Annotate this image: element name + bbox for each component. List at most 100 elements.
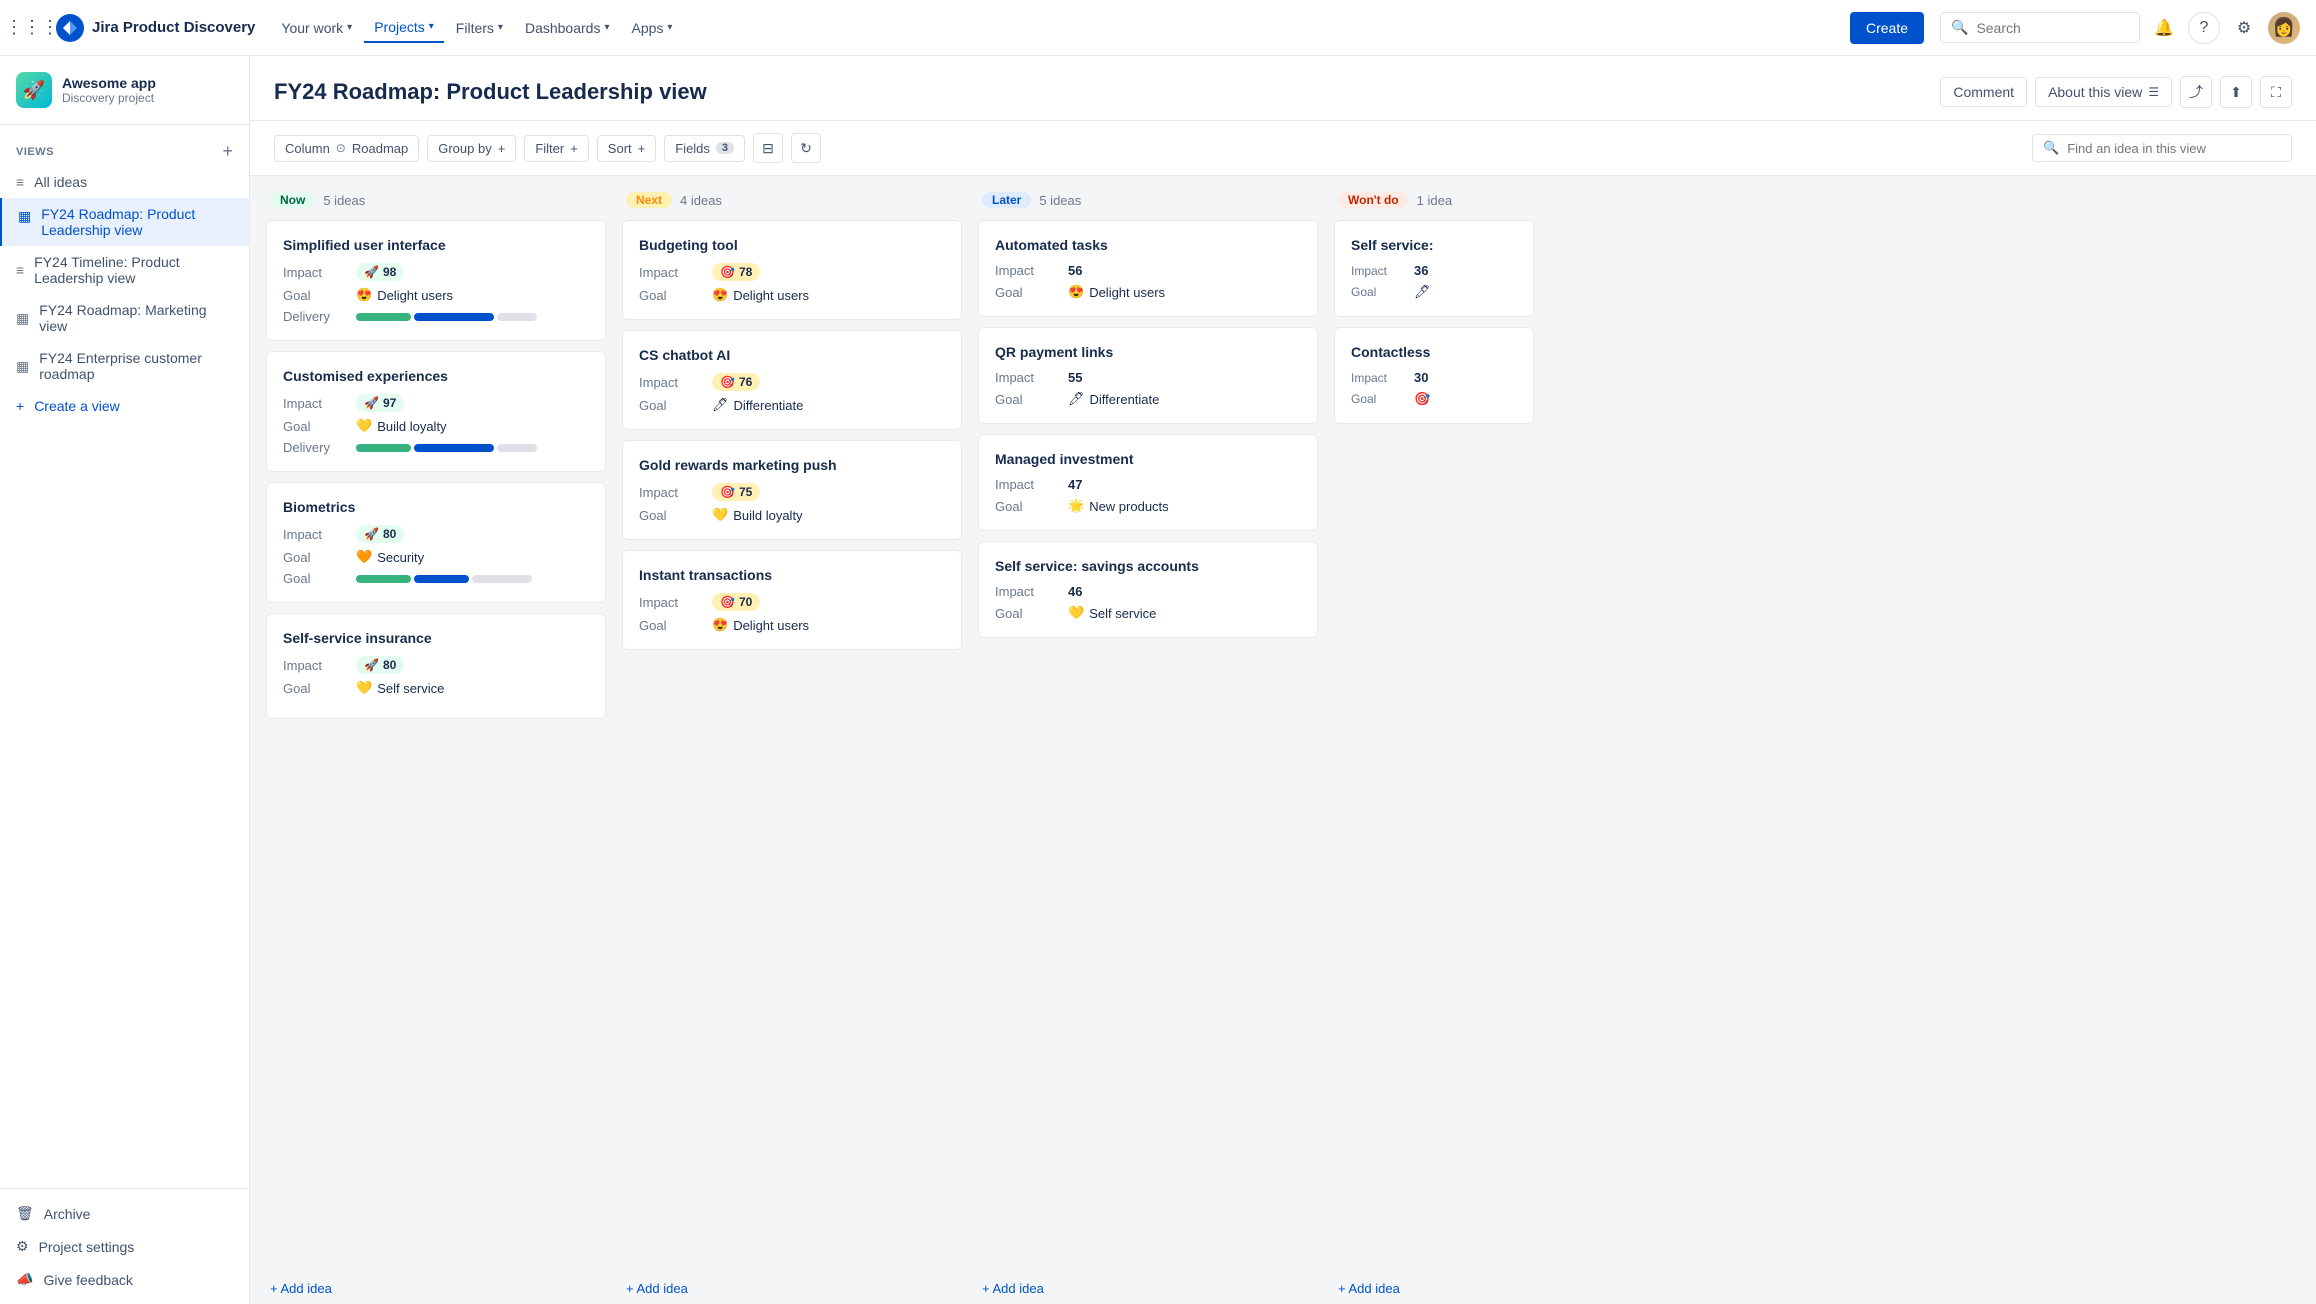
card[interactable]: Biometrics Impact 🚀 80 Goal 🧡 Security G… [266,482,606,603]
upload-icon-btn[interactable]: ⬆ [2220,76,2252,108]
now-tag: Now [270,192,315,208]
comment-button[interactable]: Comment [1940,77,2027,107]
card-field-goal: Goal 🖊 Differentiate [639,397,945,413]
card[interactable]: Automated tasks Impact 56 Goal 😍 Delight… [978,220,1318,317]
add-idea-wontdo[interactable]: + Add idea [1334,1273,1534,1304]
card[interactable]: Self service: Impact 36 Goal 🖊 [1334,220,1534,317]
group-by-button[interactable]: Group by + [427,135,516,162]
nav-your-work[interactable]: Your work▾ [271,14,362,42]
card[interactable]: Customised experiences Impact 🚀 97 Goal … [266,351,606,472]
card[interactable]: Self-service insurance Impact 🚀 80 Goal … [266,613,606,719]
wontdo-tag: Won't do [1338,192,1409,208]
settings-icon[interactable]: ⚙ [2228,12,2260,44]
impact-plain: 55 [1068,370,1082,385]
sidebar-item-fy24-roadmap-leadership[interactable]: ▦ FY24 Roadmap: Product Leadership view [0,198,249,246]
card-field-goal: Goal 🖊 Differentiate [995,391,1301,407]
avatar[interactable]: 👩 [2268,12,2300,44]
sidebar-item-label: FY24 Roadmap: Marketing view [39,302,233,334]
sidebar-item-all-ideas[interactable]: ≡ All ideas [0,166,249,198]
card[interactable]: CS chatbot AI Impact 🎯 76 Goal 🖊 Differe… [622,330,962,430]
impact-label: Impact [283,527,348,542]
card-title: CS chatbot AI [639,347,945,363]
expand-icon-btn[interactable]: ⛶ [2260,76,2292,108]
add-idea-next[interactable]: + Add idea [622,1273,962,1304]
later-count: 5 ideas [1039,193,1081,208]
card[interactable]: Contactless Impact 30 Goal 🎯 [1334,327,1534,424]
wontdo-cards: Self service: Impact 36 Goal 🖊 Contactle… [1334,220,1534,1269]
card-field-impact: Impact 56 [995,263,1301,278]
card-field-impact: Impact 🚀 98 [283,263,589,281]
nav-dashboards[interactable]: Dashboards▾ [515,14,620,42]
card-field-goal: Goal 😍 Delight users [283,287,589,303]
header-actions: Comment About this view ☰ ⤴ ⬆ ⛶ [1940,76,2292,108]
add-idea-later[interactable]: + Add idea [978,1273,1318,1304]
card-field-goal: Goal 🧡 Security [283,549,589,565]
card-field-goal: Goal 😍 Delight users [639,287,945,303]
card[interactable]: Instant transactions Impact 🎯 70 Goal 😍 … [622,550,962,650]
delivery-label: Goal [283,571,348,586]
bar-gray [472,575,532,583]
card[interactable]: Gold rewards marketing push Impact 🎯 75 … [622,440,962,540]
main-content: FY24 Roadmap: Product Leadership view Co… [250,56,2316,1304]
add-view-button[interactable]: + [222,141,233,162]
card-title: Gold rewards marketing push [639,457,945,473]
card[interactable]: Budgeting tool Impact 🎯 78 Goal 😍 Deligh… [622,220,962,320]
app-menu-icon[interactable]: ⋮⋮⋮ [16,12,48,44]
goal-value: 💛 Build loyalty [356,418,447,434]
column-header-later: Later 5 ideas [978,192,1318,220]
column-header-next: Next 4 ideas [622,192,962,220]
fields-button[interactable]: Fields 3 [664,135,745,162]
card-field-goal: Goal 💛 Build loyalty [639,507,945,523]
card[interactable]: Simplified user interface Impact 🚀 98 Go… [266,220,606,341]
sidebar-item-label: Project settings [39,1239,135,1255]
search-input[interactable] [1976,20,2129,36]
card-title: Budgeting tool [639,237,945,253]
help-icon[interactable]: ? [2188,12,2220,44]
add-idea-now[interactable]: + Add idea [266,1273,606,1304]
fields-badge: 3 [716,142,734,154]
sidebar-item-label: Archive [44,1206,91,1222]
card-field-goal: Goal 😍 Delight users [639,617,945,633]
sort-button[interactable]: Sort + [597,135,656,162]
delivery-bar [356,575,532,583]
card[interactable]: Managed investment Impact 47 Goal 🌟 New … [978,434,1318,531]
share-icon-btn[interactable]: ⤴ [2180,76,2212,108]
sidebar-item-archive[interactable]: 🗑 Archive [0,1197,249,1230]
card-field-impact: Impact 47 [995,477,1301,492]
about-this-view-button[interactable]: About this view ☰ [2035,77,2172,107]
nav-apps[interactable]: Apps▾ [621,14,682,42]
bar-green [356,575,411,583]
board-search-input[interactable] [2067,141,2281,156]
impact-label: Impact [283,658,348,673]
column-now: Now 5 ideas Simplified user interface Im… [266,192,606,1304]
column-button[interactable]: Column ⊙ Roadmap [274,135,419,162]
card[interactable]: Self service: savings accounts Impact 46… [978,541,1318,638]
later-cards: Automated tasks Impact 56 Goal 😍 Delight… [978,220,1318,1269]
goal-label: Goal [283,550,348,565]
bar-blue [414,313,494,321]
sidebar-footer: 🗑 Archive ⚙ Project settings 📣 Give feed… [0,1188,249,1304]
card-field-impact: Impact 🎯 76 [639,373,945,391]
grid-icon: ▦ [16,310,29,327]
nav-projects[interactable]: Projects▾ [364,13,444,43]
filter-button[interactable]: Filter + [524,135,588,162]
impact-value: 🚀 80 [356,656,404,674]
sidebar-item-give-feedback[interactable]: 📣 Give feedback [0,1263,249,1296]
card-title: Contactless [1351,344,1517,360]
sidebar-item-project-settings[interactable]: ⚙ Project settings [0,1230,249,1263]
bar-green [356,313,411,321]
card[interactable]: QR payment links Impact 55 Goal 🖊 Differ… [978,327,1318,424]
refresh-icon-btn[interactable]: ↻ [791,133,821,163]
sidebar-item-create-view[interactable]: + Create a view [0,390,249,422]
table-view-icon-btn[interactable]: ⊟ [753,133,783,163]
sidebar-item-fy24-roadmap-marketing[interactable]: ▦ FY24 Roadmap: Marketing view [0,294,249,342]
nav-filters[interactable]: Filters▾ [446,14,513,42]
bar-gray [497,444,537,452]
create-button[interactable]: Create [1850,12,1924,44]
sidebar-item-fy24-timeline-leadership[interactable]: ≡ FY24 Timeline: Product Leadership view [0,246,249,294]
impact-label: Impact [283,396,348,411]
notifications-icon[interactable]: 🔔 [2148,12,2180,44]
sidebar-item-label: Create a view [34,398,120,414]
sidebar-item-fy24-enterprise[interactable]: ▦ FY24 Enterprise customer roadmap [0,342,249,390]
card-field-goal: Goal 🌟 New products [995,498,1301,514]
